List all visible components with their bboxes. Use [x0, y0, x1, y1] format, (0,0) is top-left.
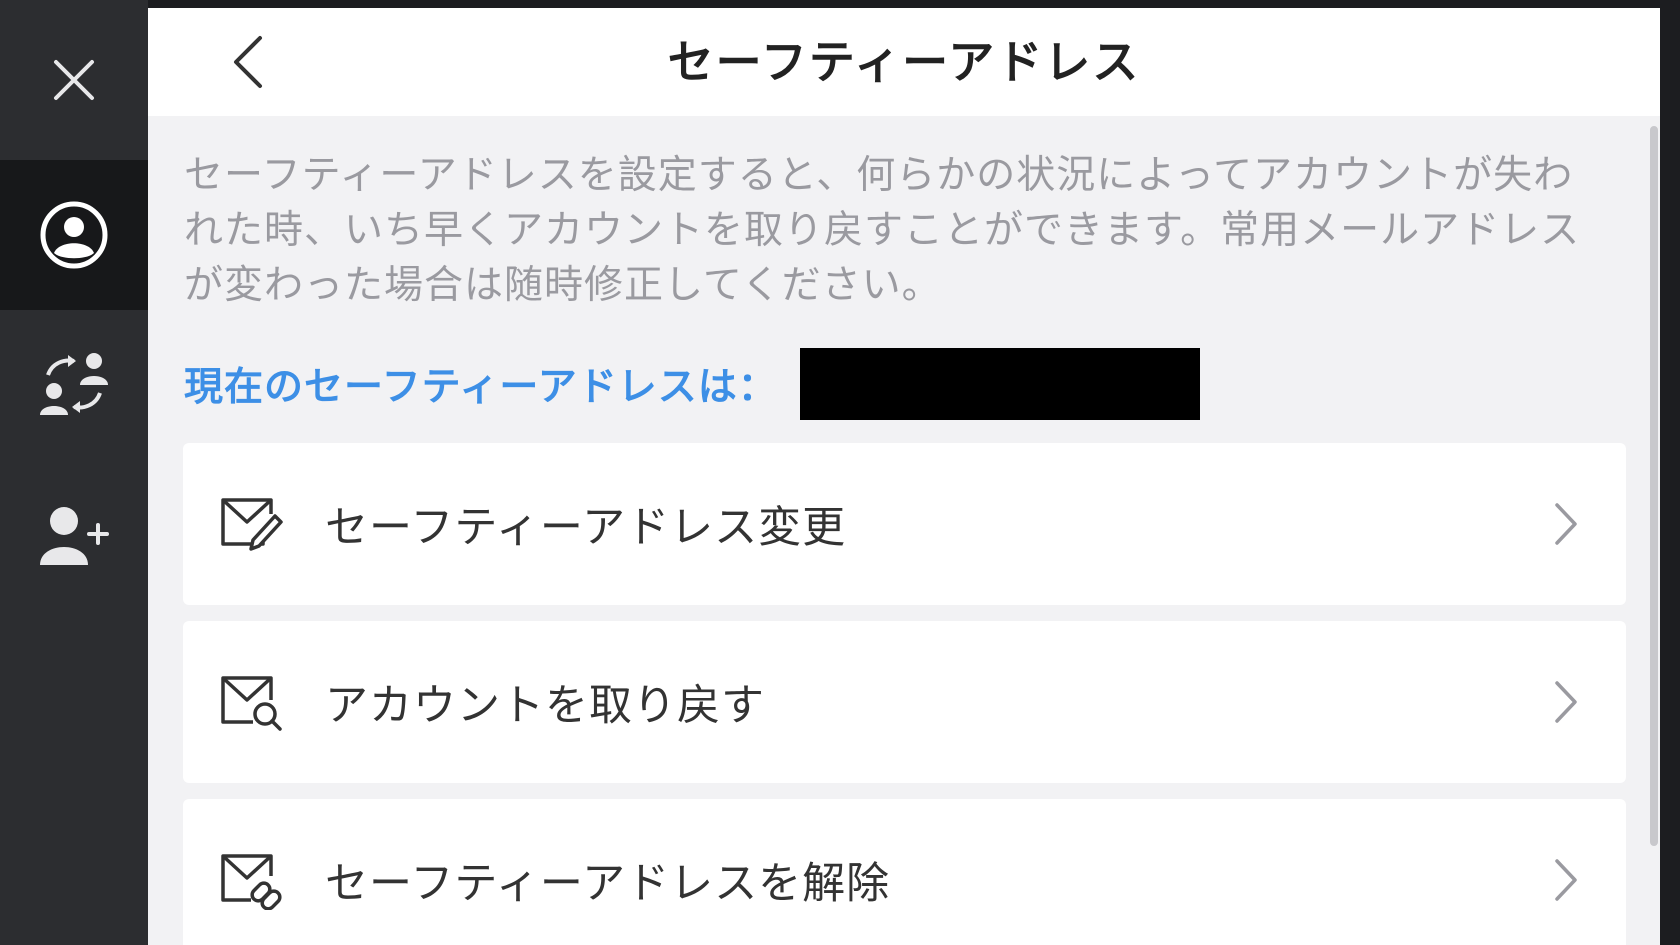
redacted-email	[799, 348, 1200, 420]
app-window: セーフティーアドレス セーフティーアドレスを設定すると、何らかの状況によってアカ…	[0, 0, 1680, 945]
main-panel: セーフティーアドレス セーフティーアドレスを設定すると、何らかの状況によってアカ…	[148, 8, 1660, 945]
mail-unlink-icon	[219, 847, 285, 913]
description-text: セーフティーアドレスを設定すると、何らかの状況によってアカウントが失われた時、い…	[184, 153, 1581, 308]
mail-search-icon	[219, 669, 285, 735]
menu-item-label: セーフティーアドレス変更	[325, 503, 847, 553]
chevron-right-icon	[1546, 677, 1586, 727]
recover-account-item[interactable]: アカウントを取り戻す	[183, 621, 1626, 783]
sidebar-item-account[interactable]	[0, 160, 148, 310]
header: セーフティーアドレス	[148, 8, 1660, 116]
page-title: セーフティーアドレス	[667, 35, 1141, 89]
chevron-left-icon	[234, 36, 262, 88]
sidebar	[0, 0, 148, 945]
current-address-row: 現在のセーフティーアドレスは：	[184, 348, 1200, 420]
chevron-right-icon	[1546, 499, 1586, 549]
chevron-right-icon	[1546, 855, 1586, 905]
scrollbar[interactable]	[1650, 126, 1658, 846]
unlink-safety-address-item[interactable]: セーフティーアドレスを解除	[183, 799, 1626, 945]
mail-edit-icon	[219, 491, 285, 557]
current-address-label: 現在のセーフティーアドレスは：	[184, 365, 778, 410]
menu-item-label: セーフティーアドレスを解除	[325, 859, 891, 909]
switch-account-icon	[40, 353, 108, 415]
add-user-icon	[40, 507, 109, 565]
sidebar-item-add-user[interactable]	[0, 460, 148, 610]
sidebar-item-switch-account[interactable]	[0, 310, 148, 460]
change-safety-address-item[interactable]: セーフティーアドレス変更	[183, 443, 1626, 605]
menu-item-label: アカウントを取り戻す	[325, 681, 765, 731]
account-circle-icon	[40, 201, 108, 269]
close-icon	[54, 60, 94, 100]
close-button[interactable]	[0, 0, 148, 160]
back-button[interactable]	[218, 32, 278, 92]
